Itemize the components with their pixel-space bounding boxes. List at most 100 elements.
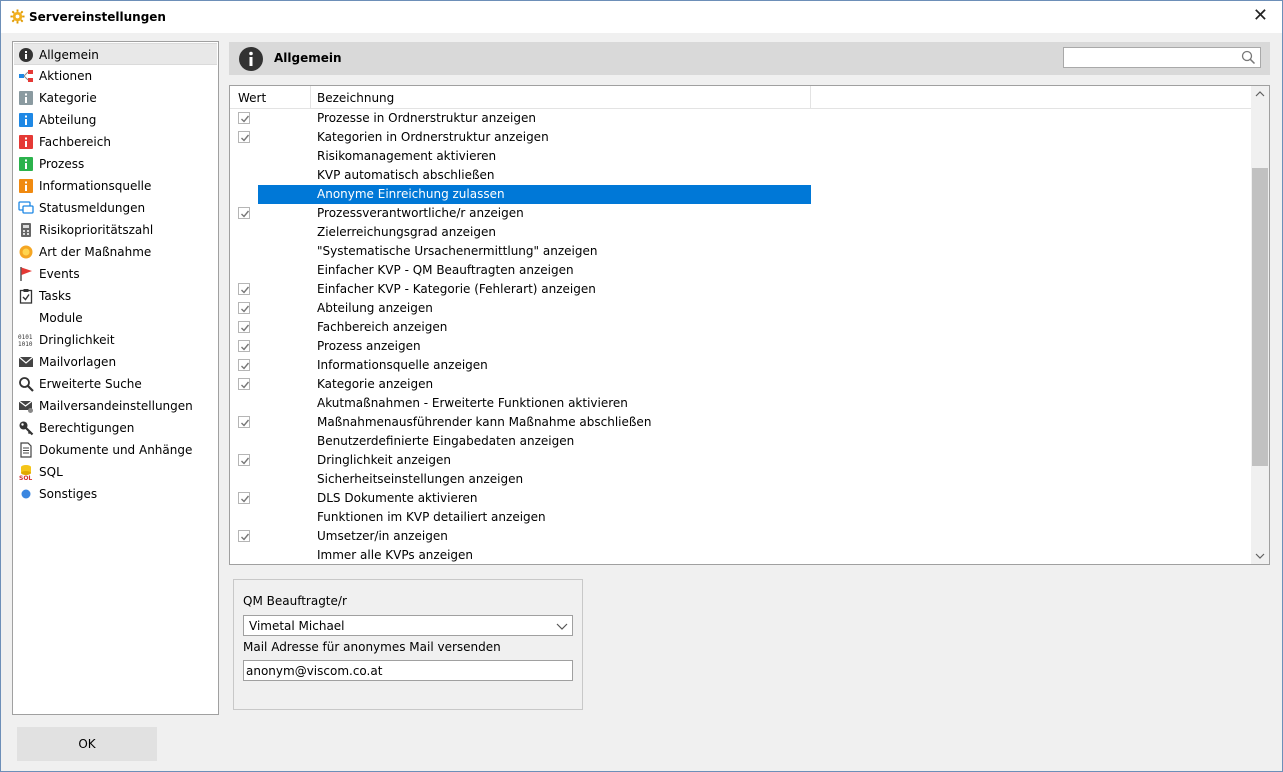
value-checkbox[interactable] bbox=[238, 340, 250, 352]
column-header-wert[interactable]: Wert bbox=[238, 91, 266, 105]
sidebar-item-sonstiges[interactable]: Sonstiges bbox=[14, 483, 217, 505]
sidebar-item-dringlichkeit[interactable]: 0101 1010 Dringlichkeit bbox=[14, 329, 217, 351]
vertical-scrollbar[interactable] bbox=[1251, 86, 1269, 564]
sidebar-item-dokumente-und-anhänge[interactable]: Dokumente und Anhänge bbox=[14, 439, 217, 461]
value-checkbox[interactable] bbox=[238, 302, 250, 314]
grid-header: Wert Bezeichnung bbox=[230, 86, 1251, 109]
svg-text:0101: 0101 bbox=[18, 334, 33, 341]
table-row[interactable]: Informationsquelle anzeigen bbox=[230, 356, 1251, 375]
section-title: Allgemein bbox=[274, 51, 342, 65]
sidebar-item-erweiterte-suche[interactable]: Erweiterte Suche bbox=[14, 373, 217, 395]
sidebar-item-art-der-maßnahme[interactable]: Art der Maßnahme bbox=[14, 241, 217, 263]
table-row[interactable]: Kategorien in Ordnerstruktur anzeigen bbox=[230, 128, 1251, 147]
qm-select[interactable]: Vimetal Michael bbox=[243, 615, 573, 636]
search-input[interactable] bbox=[1063, 47, 1261, 68]
table-row[interactable]: Sicherheitseinstellungen anzeigen bbox=[230, 470, 1251, 489]
table-row[interactable]: KVP automatisch abschließen bbox=[230, 166, 1251, 185]
sidebar-item-sql[interactable]: SQL SQL bbox=[14, 461, 217, 483]
settings-grid: Wert Bezeichnung Prozesse in Ordnerstruk… bbox=[229, 85, 1270, 565]
table-row[interactable]: Zielerreichungsgrad anzeigen bbox=[230, 223, 1251, 242]
table-row[interactable]: Benutzerdefinierte Eingabedaten anzeigen bbox=[230, 432, 1251, 451]
value-checkbox[interactable] bbox=[238, 131, 250, 143]
mail-label: Mail Adresse für anonymes Mail versenden bbox=[243, 640, 501, 654]
settings-window: Servereinstellungen ✕ Allgemein Aktionen K… bbox=[0, 0, 1283, 772]
value-checkbox[interactable] bbox=[238, 207, 250, 219]
svg-text:SQL: SQL bbox=[19, 475, 32, 480]
ok-button[interactable]: OK bbox=[17, 727, 157, 761]
checkmark-icon bbox=[241, 134, 250, 142]
table-row[interactable]: Funktionen im KVP detailiert anzeigen bbox=[230, 508, 1251, 527]
scroll-up-icon[interactable] bbox=[1251, 86, 1269, 103]
sidebar-item-kategorie[interactable]: Kategorie bbox=[14, 87, 217, 109]
setting-label: Risikomanagement aktivieren bbox=[317, 149, 497, 163]
table-row[interactable]: Einfacher KVP - QM Beauftragten anzeigen bbox=[230, 261, 1251, 280]
sidebar-item-label: Mailversandeinstellungen bbox=[39, 399, 193, 413]
value-checkbox[interactable] bbox=[238, 416, 250, 428]
sidebar-item-mailversandeinstellungen[interactable]: Mailversandeinstellungen bbox=[14, 395, 217, 417]
sidebar-item-events[interactable]: Events bbox=[14, 263, 217, 285]
value-checkbox[interactable] bbox=[238, 530, 250, 542]
mail-address-field[interactable]: anonym@viscom.co.at bbox=[243, 660, 573, 681]
sidebar-item-statusmeldungen[interactable]: Statusmeldungen bbox=[14, 197, 217, 219]
search-icon[interactable] bbox=[1241, 50, 1256, 65]
sidebar-item-aktionen[interactable]: Aktionen bbox=[14, 65, 217, 87]
value-checkbox[interactable] bbox=[238, 492, 250, 504]
sidebar-item-abteilung[interactable]: Abteilung bbox=[14, 109, 217, 131]
sidebar-item-allgemein[interactable]: Allgemein bbox=[14, 43, 217, 65]
sidebar-item-risikoprioritätszahl[interactable]: Risikoprioritätszahl bbox=[14, 219, 217, 241]
value-checkbox[interactable] bbox=[238, 112, 250, 124]
value-checkbox[interactable] bbox=[238, 454, 250, 466]
sidebar-item-mailvorlagen[interactable]: Mailvorlagen bbox=[14, 351, 217, 373]
sidebar-item-tasks[interactable]: Tasks bbox=[14, 285, 217, 307]
sidebar-item-label: Statusmeldungen bbox=[39, 201, 146, 215]
checkmark-icon bbox=[241, 324, 250, 332]
chat-icon bbox=[18, 201, 34, 214]
close-icon[interactable]: ✕ bbox=[1253, 7, 1268, 25]
database-sql-icon: SQL bbox=[19, 465, 32, 480]
table-row[interactable]: "Systematische Ursachenermittlung" anzei… bbox=[230, 242, 1251, 261]
table-row[interactable]: Prozessverantwortliche/r anzeigen bbox=[230, 204, 1251, 223]
table-row[interactable]: Abteilung anzeigen bbox=[230, 299, 1251, 318]
setting-label: KVP automatisch abschließen bbox=[317, 168, 495, 182]
table-row[interactable]: Umsetzer/in anzeigen bbox=[230, 527, 1251, 546]
table-row[interactable]: DLS Dokumente aktivieren bbox=[230, 489, 1251, 508]
settings-nav: Allgemein Aktionen Kategorie Abteilung Fachb… bbox=[12, 41, 219, 715]
table-row[interactable]: Prozesse in Ordnerstruktur anzeigen bbox=[230, 109, 1251, 128]
table-row[interactable]: Einfacher KVP - Kategorie (Fehlerart) an… bbox=[230, 280, 1251, 299]
table-row[interactable]: Akutmaßnahmen - Erweiterte Funktionen ak… bbox=[230, 394, 1251, 413]
value-checkbox[interactable] bbox=[238, 283, 250, 295]
scroll-down-icon[interactable] bbox=[1251, 547, 1269, 564]
table-row[interactable]: Dringlichkeit anzeigen bbox=[230, 451, 1251, 470]
sidebar-item-berechtigungen[interactable]: Berechtigungen bbox=[14, 417, 217, 439]
table-row[interactable]: Fachbereich anzeigen bbox=[230, 318, 1251, 337]
table-row[interactable]: Prozess anzeigen bbox=[230, 337, 1251, 356]
table-row[interactable]: Kategorie anzeigen bbox=[230, 375, 1251, 394]
section-header: Allgemein bbox=[229, 42, 1270, 75]
sidebar-item-label: Prozess bbox=[39, 157, 85, 171]
table-row[interactable]: Immer alle KVPs anzeigen bbox=[230, 546, 1251, 564]
sidebar-item-module[interactable]: Module bbox=[14, 307, 217, 329]
sun-icon bbox=[19, 245, 33, 259]
setting-label: DLS Dokumente aktivieren bbox=[317, 491, 478, 505]
checkmark-icon bbox=[241, 343, 250, 351]
setting-label: Abteilung anzeigen bbox=[317, 301, 433, 315]
sidebar-item-label: Risikoprioritätszahl bbox=[39, 223, 154, 237]
sidebar-item-label: SQL bbox=[39, 465, 63, 479]
value-checkbox[interactable] bbox=[238, 359, 250, 371]
column-header-bezeichnung[interactable]: Bezeichnung bbox=[317, 91, 394, 105]
value-checkbox[interactable] bbox=[238, 378, 250, 390]
chevron-down-icon[interactable] bbox=[556, 620, 568, 632]
sidebar-item-prozess[interactable]: Prozess bbox=[14, 153, 217, 175]
info-black-icon bbox=[19, 48, 33, 62]
table-row[interactable]: Maßnahmenausführender kann Maßnahme absc… bbox=[230, 413, 1251, 432]
mail-address-value: anonym@viscom.co.at bbox=[246, 664, 383, 678]
sidebar-item-fachbereich[interactable]: Fachbereich bbox=[14, 131, 217, 153]
value-checkbox[interactable] bbox=[238, 321, 250, 333]
title-bar: Servereinstellungen ✕ bbox=[1, 1, 1282, 33]
setting-label: Funktionen im KVP detailiert anzeigen bbox=[317, 510, 546, 524]
table-row[interactable]: Risikomanagement aktivieren bbox=[230, 147, 1251, 166]
table-row[interactable]: Anonyme Einreichung zulassen bbox=[230, 185, 1251, 204]
sidebar-item-informationsquelle[interactable]: Informationsquelle bbox=[14, 175, 217, 197]
scrollbar-thumb[interactable] bbox=[1252, 168, 1268, 466]
gear-icon bbox=[10, 9, 25, 24]
